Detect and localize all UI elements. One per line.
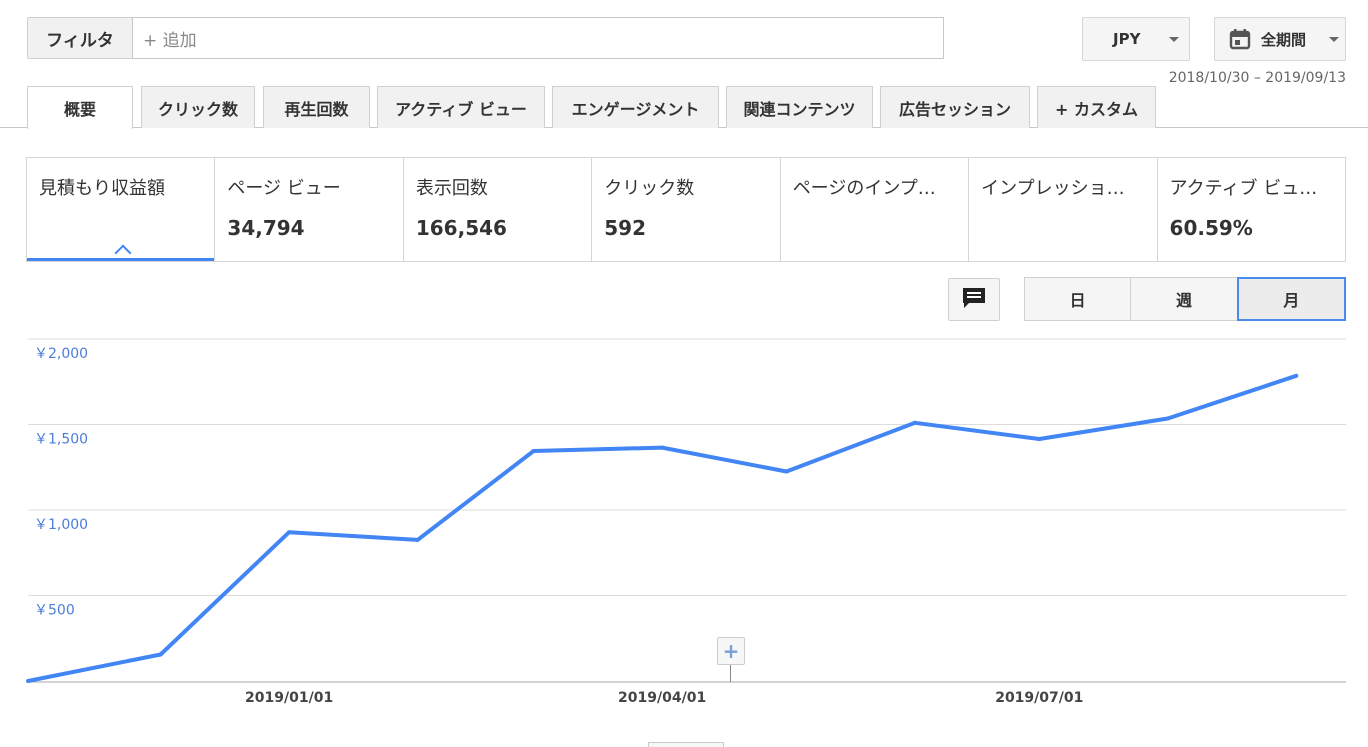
metric-label: 見積もり収益額 [39,178,165,199]
data-point[interactable] [415,537,420,542]
data-point[interactable] [1294,373,1299,378]
metric-label: アクティブ ビュ… [1169,178,1318,199]
metric-label: ページのインプ… [792,178,936,199]
tab-plays[interactable]: 再生回数 [263,86,370,128]
chevron-down-icon [1329,37,1339,42]
currency-value: JPY [1113,30,1141,48]
tab-active-view[interactable]: アクティブ ビュー [377,86,545,128]
data-point[interactable] [660,445,665,450]
data-point[interactable] [287,530,292,535]
data-point[interactable] [1165,416,1170,421]
tab-custom[interactable]: + カスタム [1037,86,1156,128]
metric-label: クリック数 [604,178,695,199]
metric-label: インプレッショ… [981,178,1125,199]
period-label: 全期間 [1261,30,1307,49]
tab-ad-sessions[interactable]: 広告セッション [880,86,1030,128]
tab-clicks[interactable]: クリック数 [141,86,255,128]
metric-cards: 見積もり収益額 ページ ビュー 34,794 表示回数 166,546 クリック… [26,157,1346,262]
data-point[interactable] [1037,437,1042,442]
metric-page-rpm[interactable]: ページのインプ… [781,158,970,261]
granularity-month-button[interactable]: 月 [1236,277,1346,321]
data-point[interactable] [531,449,536,454]
metric-impressions-count[interactable]: 表示回数 166,546 [404,158,593,261]
filter-placeholder: + 追加 [143,30,197,51]
metric-value: 592 [604,216,647,240]
currency-dropdown[interactable]: JPY [1082,17,1190,61]
metric-value: 60.59% [1169,216,1253,240]
metric-value: 166,546 [415,216,507,240]
metric-label: 表示回数 [415,178,488,199]
annotation-marker-stem [730,665,731,682]
y-tick-label: ￥1,000 [34,517,88,533]
filter-add-input[interactable]: + 追加 [132,17,944,59]
tab-engagement[interactable]: エンゲージメント [552,86,719,128]
comment-icon [961,286,987,314]
chevron-down-icon [1169,37,1179,42]
data-point[interactable] [26,679,30,683]
selected-indicator [114,244,132,261]
x-tick-label: 2019/04/01 [618,690,706,706]
granularity-week-button[interactable]: 週 [1130,277,1238,321]
metric-label: ページ ビュー [227,178,341,199]
metric-estimated-earnings[interactable]: 見積もり収益額 [27,158,216,261]
x-tick-label: 2019/07/01 [995,690,1083,706]
calendar-icon [1229,28,1251,50]
granularity-day-button[interactable]: 日 [1024,277,1132,321]
metric-active-view[interactable]: アクティブ ビュ… 60.59% [1158,158,1345,261]
y-tick-label: ￥2,000 [34,346,88,362]
data-point[interactable] [912,420,917,425]
date-range-text: 2018/10/30 – 2019/09/13 [1168,70,1346,86]
metric-clicks[interactable]: クリック数 592 [592,158,781,261]
plus-icon[interactable]: + [717,637,745,665]
metric-value: 34,794 [227,216,305,240]
bottom-panel-handle[interactable] [648,742,724,747]
data-point[interactable] [158,652,163,657]
data-point[interactable] [784,469,789,474]
metric-impression-rpm[interactable]: インプレッショ… [969,158,1158,261]
filter-button[interactable]: フィルタ [27,17,133,59]
metric-page-views[interactable]: ページ ビュー 34,794 [215,158,404,261]
tab-related-content[interactable]: 関連コンテンツ [726,86,873,128]
earnings-series-line[interactable] [27,373,1297,683]
tab-overview[interactable]: 概要 [27,86,133,129]
y-tick-label: ￥500 [34,603,75,619]
granularity-toggle: 日 週 月 [1024,277,1346,321]
x-tick-label: 2019/01/01 [245,690,333,706]
earnings-line-chart: ￥500 ￥1,000 ￥1,500 ￥2,000 2019/01/01 2019/04/… [26,338,1346,706]
annotation-button[interactable] [948,278,1000,321]
period-dropdown[interactable]: 全期間 [1214,17,1346,61]
y-tick-label: ￥1,500 [34,432,88,448]
